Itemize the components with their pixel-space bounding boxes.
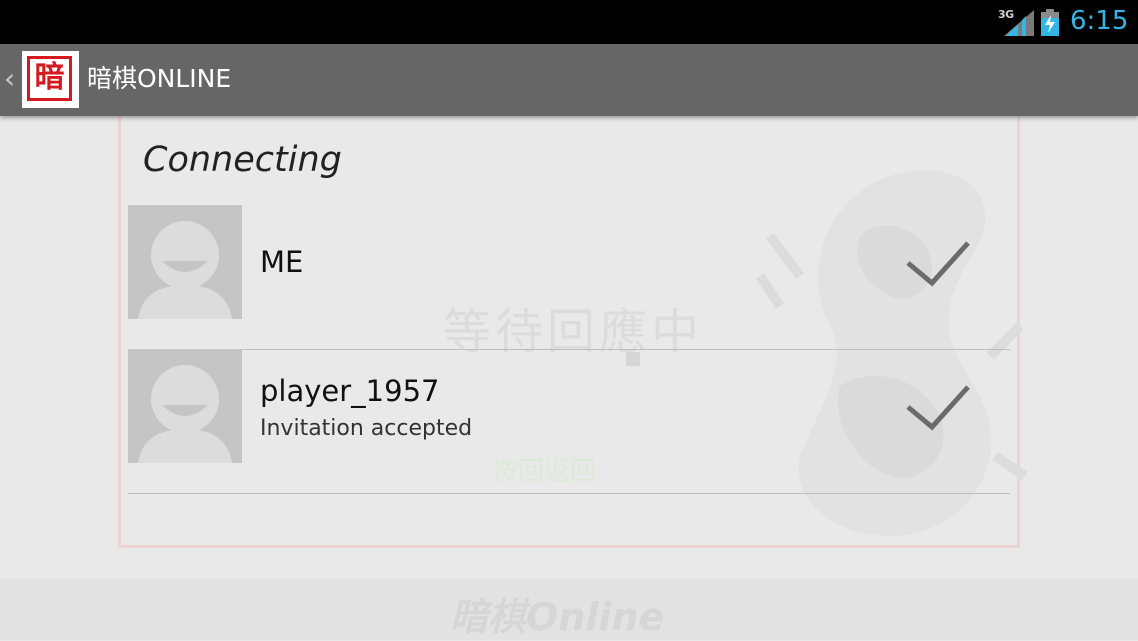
player-status: Invitation accepted xyxy=(260,416,473,441)
dialog-title: Connecting xyxy=(143,140,342,180)
avatar-placeholder-icon xyxy=(128,205,242,319)
app-title: 暗棋ONLINE xyxy=(87,64,232,93)
signal-icon xyxy=(1004,10,1034,36)
status-bar: 3G 6:15 xyxy=(0,0,1138,44)
player-row: player_1957 Invitation accepted xyxy=(128,349,1010,494)
player-name: player_1957 xyxy=(260,374,440,408)
player-name: ME xyxy=(260,245,304,279)
connecting-panel: Connecting ME player_1957 Invitation acc… xyxy=(0,116,1138,640)
check-icon xyxy=(906,241,970,287)
clock: 6:15 xyxy=(1070,6,1129,36)
avatar-placeholder-icon xyxy=(128,349,242,463)
chevron-left-icon[interactable]: ‹ xyxy=(4,64,15,94)
battery-charging-icon xyxy=(1041,9,1059,36)
app-logo[interactable]: 暗 xyxy=(22,51,79,108)
check-icon xyxy=(906,385,970,431)
player-row: ME xyxy=(128,205,1010,350)
logo-seal: 暗 xyxy=(27,56,72,101)
action-bar: ‹ 暗 暗棋ONLINE xyxy=(0,44,1138,116)
